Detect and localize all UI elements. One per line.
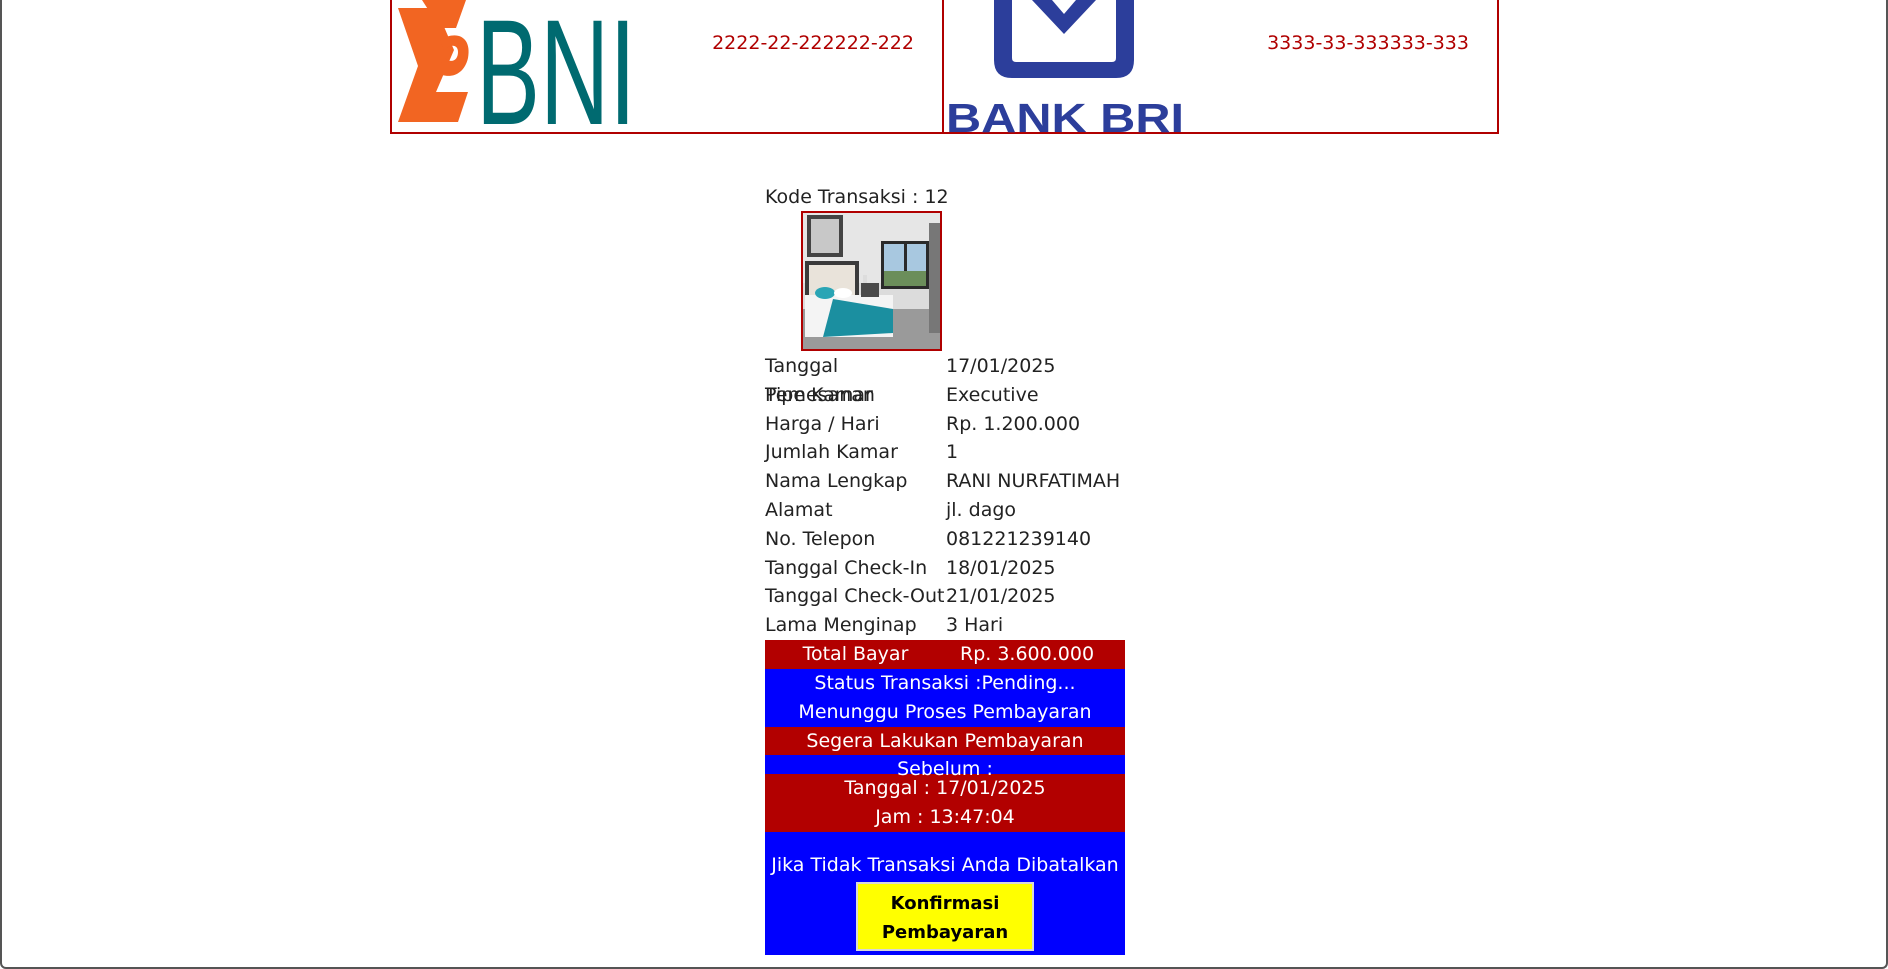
total-payment-bar: Total Bayar Rp. 3.600.000	[765, 639, 1125, 669]
detail-label: Tanggal Pemesanan	[765, 355, 875, 406]
bank-card-bri: BANK BRI 3333-33-333333-333	[944, 0, 1499, 134]
detail-label: Tanggal Check-Out	[765, 585, 945, 608]
detail-value: 1	[946, 441, 959, 464]
deadline-date: Tanggal : 17/01/2025	[844, 777, 1046, 800]
detail-row: Tanggal Pemesanan 17/01/2025	[765, 352, 1125, 406]
status-panel: Status Transaksi :Pending... Menunggu Pr…	[765, 668, 1125, 727]
detail-row: Lama Menginap 3 Hari	[765, 611, 1125, 640]
detail-label: Lama Menginap	[765, 614, 917, 637]
detail-value: 081221239140	[946, 527, 1092, 550]
deadline-panel: Tanggal : 17/01/2025 Jam : 13:47:04	[765, 774, 1125, 832]
detail-row: Alamat jl. dago	[765, 496, 1125, 525]
transaction-receipt: Kode Transaksi : 12 Tanggal Pemesanan 17/…	[765, 183, 1125, 955]
bni-logo: BNI	[398, 0, 636, 128]
bri-logo: BANK BRI	[946, 0, 1184, 134]
cancel-notice: Jika Tidak Transaksi Anda Dibatalkan	[771, 853, 1119, 876]
confirm-payment-button[interactable]: Konfirmasi Pembayaran	[856, 881, 1034, 951]
detail-label: Jumlah Kamar	[765, 441, 898, 464]
detail-value: jl. dago	[946, 498, 1017, 521]
detail-value: 21/01/2025	[946, 585, 1056, 608]
detail-label: Harga / Hari	[765, 412, 880, 435]
hotel-room-image	[803, 213, 940, 349]
detail-value: Rp. 1.200.000	[946, 412, 1081, 435]
hotel-room-photo	[801, 211, 942, 351]
deadline-heading-bar: Segera Lakukan Pembayaran Sebelum :	[765, 726, 1125, 781]
confirm-panel: Jika Tidak Transaksi Anda Dibatalkan Kon…	[765, 831, 1125, 955]
detail-row: Harga / Hari Rp. 1.200.000	[765, 410, 1125, 439]
transaction-status: Status Transaksi :Pending...	[814, 671, 1076, 694]
svg-text:BANK BRI: BANK BRI	[946, 95, 1184, 134]
booking-details: Tanggal Pemesanan 17/01/2025 Tipe Kamar Ex…	[765, 352, 1125, 640]
detail-row: Jumlah Kamar 1	[765, 438, 1125, 467]
detail-value: 17/01/2025	[946, 355, 1056, 377]
detail-row: Tanggal Check-Out 21/01/2025	[765, 582, 1125, 611]
detail-row: No. Telepon 081221239140	[765, 525, 1125, 554]
detail-label: Nama Lengkap	[765, 470, 908, 493]
detail-row: Tipe Kamar Executive	[765, 381, 1125, 410]
detail-value: RANI NURFATIMAH	[946, 470, 1121, 493]
total-label: Total Bayar	[802, 642, 909, 665]
detail-label: Tanggal Check-In	[765, 556, 928, 579]
bank-account-number: 2222-22-222222-222	[712, 32, 914, 54]
deadline-heading: Segera Lakukan Pembayaran Sebelum :	[806, 729, 1084, 781]
waiting-message: Menunggu Proses Pembayaran	[798, 700, 1092, 723]
detail-value: 18/01/2025	[946, 556, 1056, 579]
detail-row: Nama Lengkap RANI NURFATIMAH	[765, 467, 1125, 496]
bank-account-number: 3333-33-333333-333	[1267, 32, 1469, 54]
deadline-time: Jam : 13:47:04	[875, 806, 1015, 829]
bank-accounts-strip: BNI 2222-22-222222-222 BANK BRI 3333-33-…	[390, 0, 1499, 134]
detail-value: 3 Hari	[946, 614, 1004, 637]
detail-label: Alamat	[765, 498, 833, 521]
transaction-code: Kode Transaksi : 12	[765, 186, 949, 208]
svg-text:BNI: BNI	[476, 0, 636, 128]
detail-value: Executive	[946, 383, 1039, 406]
detail-label: Tipe Kamar	[765, 383, 873, 406]
detail-label: No. Telepon	[765, 527, 876, 550]
panel-spacer	[765, 832, 1125, 851]
total-value: Rp. 3.600.000	[960, 642, 1095, 665]
detail-row: Tanggal Check-In 18/01/2025	[765, 554, 1125, 583]
bank-card-bni: BNI 2222-22-222222-222	[390, 0, 944, 134]
